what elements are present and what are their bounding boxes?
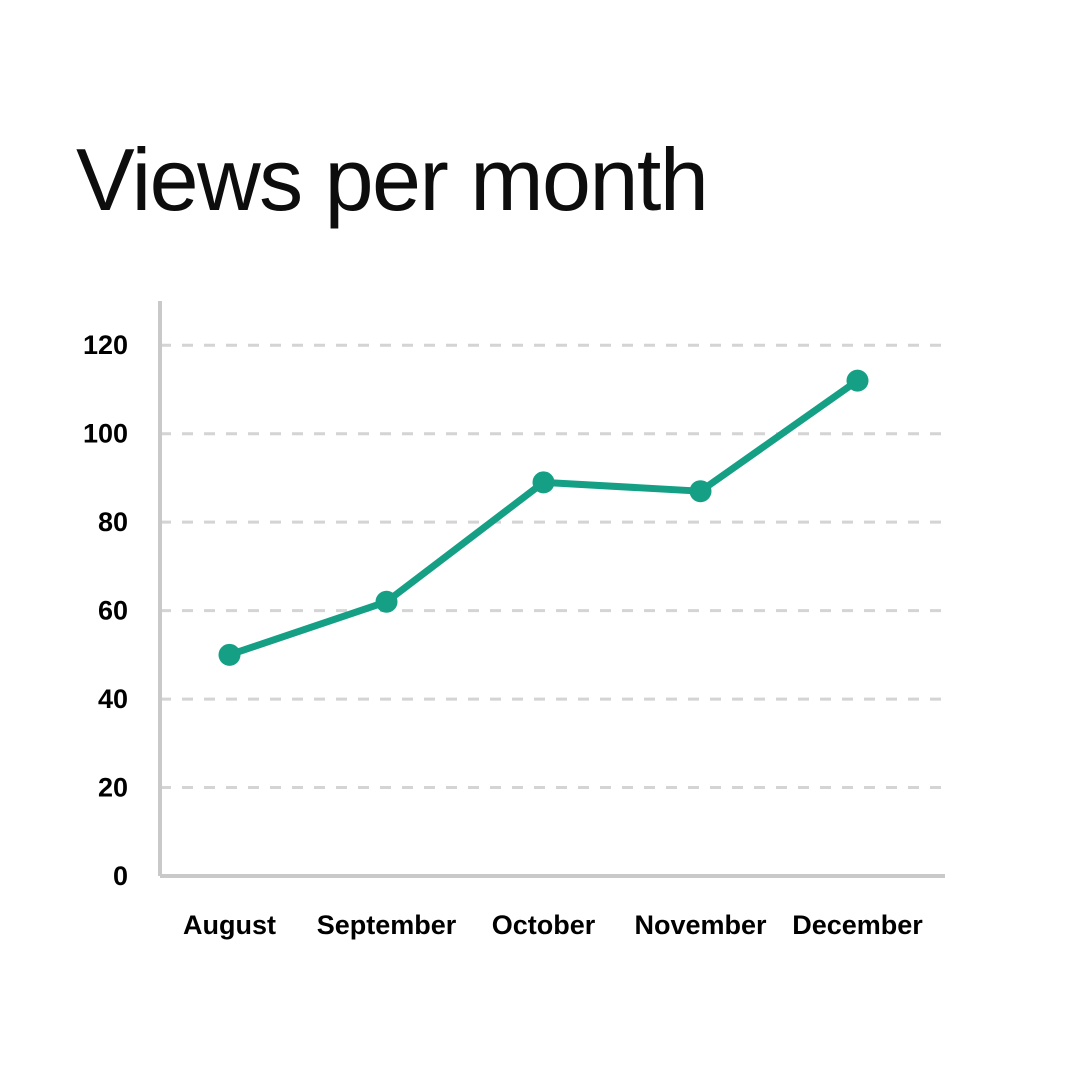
y-tick-label: 120: [83, 330, 128, 360]
gridlines: [160, 343, 945, 790]
data-point-markers: [218, 369, 869, 666]
y-tick-label: 100: [83, 419, 128, 449]
data-point-marker: [689, 480, 712, 503]
y-tick-label: 0: [113, 861, 128, 891]
data-point-marker: [218, 643, 241, 666]
data-series-views: [218, 369, 869, 666]
series-line-views: [226, 377, 861, 659]
y-tick-label: 80: [98, 507, 128, 537]
x-tick-label: November: [634, 910, 767, 940]
x-tick-label: October: [492, 910, 596, 940]
x-tick-label: September: [317, 910, 457, 940]
y-tick-label: 60: [98, 596, 128, 626]
x-axis-tick-labels: August September October November December: [183, 910, 923, 940]
axis-lines: [158, 301, 945, 878]
data-point-marker: [846, 369, 869, 392]
y-axis-tick-labels: 0 20 40 60 80 100 120: [83, 330, 128, 891]
data-point-marker: [532, 471, 555, 494]
x-tick-label: December: [792, 910, 923, 940]
y-tick-label: 20: [98, 773, 128, 803]
data-point-marker: [375, 590, 398, 613]
y-tick-label: 40: [98, 684, 128, 714]
line-chart-plot: 0 20 40 60 80 100 120 August September October No…: [83, 301, 945, 940]
x-tick-label: August: [183, 910, 276, 940]
chart-card: Views per month 0 20 40 60 80 100 120 August Se…: [0, 0, 1080, 1080]
